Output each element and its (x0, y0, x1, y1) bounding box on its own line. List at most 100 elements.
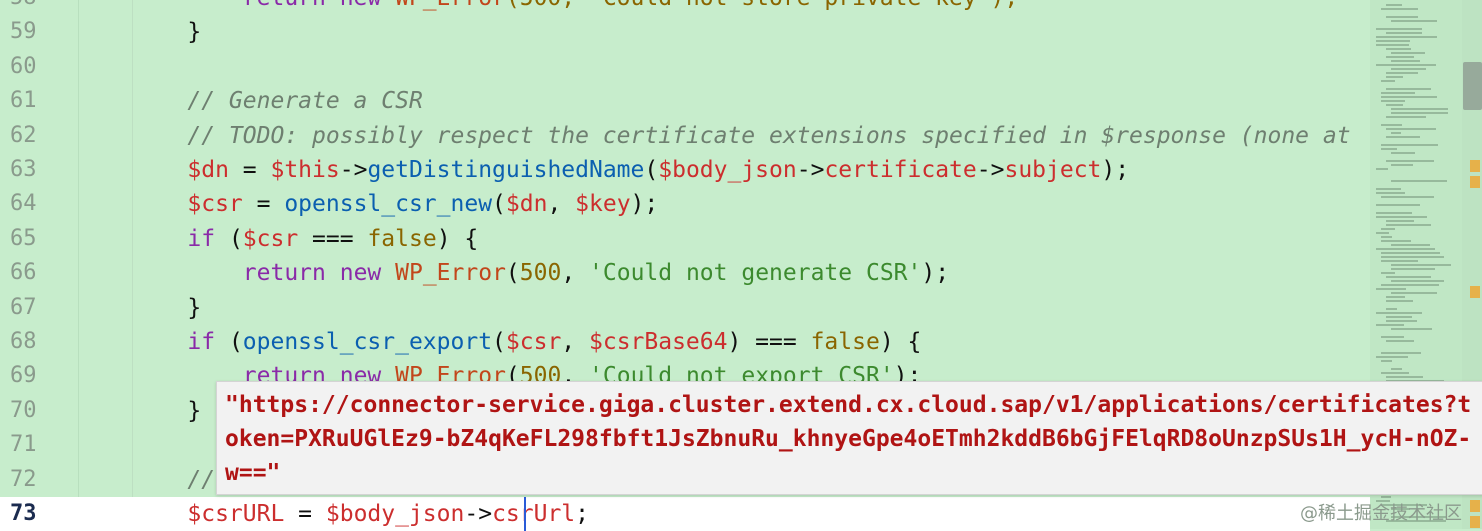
minimap-line (1386, 340, 1414, 342)
line-number: 65 (10, 225, 37, 251)
code-token: ( (644, 157, 659, 183)
minimap-line (1391, 20, 1437, 22)
code-line[interactable]: 59 } (0, 15, 1370, 49)
scrollbar-thumb[interactable] (1463, 62, 1482, 110)
code-token: false (367, 225, 437, 252)
code-text: if (openssl_csr_export($csr, $csrBase64)… (132, 328, 921, 356)
code-line[interactable]: 64 $csr = openssl_csr_new($dn, $key); (0, 187, 1370, 221)
code-token: 'Could not generate CSR' (589, 260, 922, 287)
code-text: } (132, 294, 201, 322)
warning-marker[interactable] (1470, 160, 1480, 172)
code-token: -> (976, 157, 1005, 183)
minimap-line (1391, 292, 1437, 294)
warning-marker[interactable] (1470, 286, 1480, 298)
warning-marker[interactable] (1470, 176, 1480, 188)
code-token: } (132, 294, 202, 321)
line-number: 59 (10, 19, 37, 45)
code-token: } (132, 397, 202, 424)
minimap-line (1381, 360, 1392, 362)
watermark: @稀土掘金技术社区 (1300, 503, 1462, 524)
code-line[interactable]: 63 $dn = $this->getDistinguishedName($bo… (0, 153, 1370, 187)
code-token: $dn (505, 191, 548, 218)
minimap-line (1386, 48, 1411, 50)
code-token: -> (339, 157, 368, 183)
code-token: $csrBase64 (589, 329, 728, 355)
code-token: $body_json (325, 501, 465, 527)
value-tooltip: "https://connector-service.giga.cluster.… (216, 381, 1482, 495)
minimap-line (1381, 148, 1397, 150)
code-line[interactable]: 62 // TODO: possibly respect the certifi… (0, 119, 1370, 153)
minimap-line (1376, 36, 1437, 38)
code-text: // TODO: possibly respect the certificat… (132, 122, 1350, 150)
minimap-line (1391, 268, 1435, 270)
code-line[interactable]: 58 return new WP_Error(500, 'Could not s… (0, 0, 1370, 15)
code-token: -> (796, 157, 825, 183)
code-token: if (187, 329, 216, 355)
code-token: ); (1101, 157, 1130, 183)
minimap-line (1381, 284, 1439, 286)
minimap-line (1386, 376, 1423, 378)
warning-marker[interactable] (1470, 500, 1480, 512)
code-line[interactable]: 67 } (0, 291, 1370, 325)
code-line-current[interactable]: 73 $csrURL = $body_json->csrUrl; (0, 497, 1370, 531)
minimap-line (1381, 144, 1438, 146)
code-token: return new (243, 0, 395, 11)
minimap-line (1386, 72, 1418, 74)
minimap-line (1376, 288, 1406, 290)
minimap-line (1386, 136, 1420, 138)
code-token: csrUrl (492, 501, 576, 527)
minimap-line (1386, 160, 1434, 162)
minimap-line (1386, 276, 1431, 278)
line-number: 73 (10, 501, 37, 526)
code-token: ); (921, 260, 950, 287)
minimap-line (1391, 280, 1444, 282)
minimap-line (1376, 28, 1422, 30)
line-number: 62 (10, 122, 37, 148)
minimap-line (1376, 212, 1412, 214)
code-token: $csr (505, 329, 562, 355)
code-token: $csr (242, 225, 299, 252)
minimap-line (1381, 272, 1395, 274)
minimap-line (1386, 32, 1422, 34)
code-token: = (284, 501, 326, 527)
code-line[interactable]: 65 if ($csr === false) { (0, 222, 1370, 256)
minimap-line (1386, 116, 1426, 118)
line-number: 71 (10, 432, 37, 458)
code-token: openssl_csr_export (242, 329, 493, 355)
line-number: 64 (10, 191, 37, 217)
minimap-line (1391, 108, 1448, 110)
minimap-line (1386, 16, 1418, 18)
minimap-line (1381, 352, 1421, 354)
code-line[interactable]: 68 if (openssl_csr_export($csr, $csrBase… (0, 325, 1370, 359)
minimap-line (1376, 44, 1409, 46)
minimap-line (1386, 4, 1402, 6)
code-line[interactable]: 66 return new WP_Error(500, 'Could not g… (0, 256, 1370, 290)
code-token: WP_Error (395, 260, 506, 287)
line-number: 68 (10, 329, 37, 354)
code-token: openssl_csr_new (284, 191, 493, 218)
minimap-line (1381, 372, 1409, 374)
code-line[interactable]: 61 // Generate a CSR (0, 84, 1370, 118)
minimap-line (1381, 236, 1392, 238)
minimap-line (1376, 248, 1435, 250)
code-token: ( (215, 225, 243, 252)
minimap-line (1391, 60, 1420, 62)
minimap-line (1376, 232, 1389, 234)
code-token: // Generate a CSR (187, 88, 423, 115)
warning-marker[interactable] (1470, 516, 1480, 528)
line-number: 63 (10, 157, 37, 182)
minimap-line (1386, 128, 1436, 130)
code-token: getDistinguishedName (367, 157, 645, 183)
minimap-line (1376, 188, 1401, 190)
minimap-line (1386, 104, 1403, 106)
code-line[interactable]: 60 (0, 50, 1370, 84)
line-number: 72 (10, 466, 37, 492)
